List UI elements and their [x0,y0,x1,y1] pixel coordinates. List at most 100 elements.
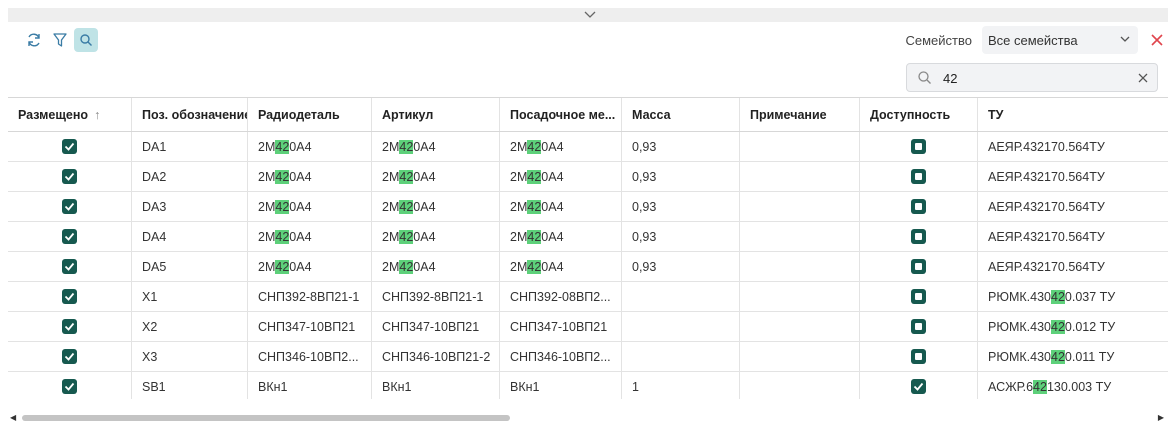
cell-part: СНП346-10ВП2... [248,342,372,371]
cell-text: 0А4 [289,139,312,154]
cell-text: DA5 [142,259,167,274]
column-header-article[interactable]: Артикул [372,98,500,131]
cell-text: 2М [258,229,276,244]
clear-search-icon[interactable] [1137,70,1149,87]
placed-checkbox[interactable] [62,319,77,334]
cell-footprint: 2М 42 0А4 [500,162,622,191]
cell-text: 0А4 [541,259,564,274]
cell-text: СНП392-08ВП2... [510,289,611,304]
collapse-chevron-icon[interactable] [578,8,602,22]
column-header-mass[interactable]: Масса [622,98,740,131]
cell-note [740,222,860,251]
search-match-highlight: 42 [527,199,542,214]
table-row[interactable]: DA4 2М 42 0А4 2М 42 0А4 2М 42 0А4 0,93 АЕЯР.432170.… [8,222,1168,252]
search-match-highlight: 42 [275,199,290,214]
cell-text: РЮМК.430 [988,319,1051,334]
cell-availability [860,282,978,311]
placed-checkbox[interactable] [62,349,77,364]
cell-article: ВКн1 [372,372,500,399]
cell-mass: 0,93 [622,162,740,191]
availability-square-icon [911,169,926,184]
placed-checkbox[interactable] [62,199,77,214]
search-match-highlight: 42 [275,229,290,244]
search-match-highlight: 42 [399,139,414,154]
filter-icon[interactable] [48,28,72,52]
cell-placed [8,372,132,399]
parts-table: Размещено ↑ Поз. обозначение Радиодеталь… [8,97,1168,399]
cell-footprint: 2М 42 0А4 [500,252,622,281]
placed-checkbox[interactable] [62,289,77,304]
cell-article: СНП347-10ВП21 [372,312,500,341]
column-header-footprint[interactable]: Посадочное ме... [500,98,622,131]
table-row[interactable]: DA3 2М 42 0А4 2М 42 0А4 2М 42 0А4 0,93 АЕЯР.432170.… [8,192,1168,222]
column-header-availability[interactable]: Доступность [860,98,978,131]
search-match-highlight: 42 [399,259,414,274]
cell-note [740,132,860,161]
cell-text: 0,93 [632,169,657,184]
cell-text: 1 [632,379,639,394]
cell-text: DA4 [142,229,167,244]
table-row[interactable]: X2 СНП347-10ВП21 СНП347-10ВП21 СНП347-10ВП2… [8,312,1168,342]
cell-availability [860,252,978,281]
table-row[interactable]: X1 СНП392-8ВП21-1 СНП392-8ВП21-1 СНП392-08В… [8,282,1168,312]
scroll-left-icon[interactable]: ◀ [10,413,16,423]
cell-availability [860,342,978,371]
placed-checkbox[interactable] [62,139,77,154]
cell-text: 2М [510,259,528,274]
cell-text: 0А4 [413,139,436,154]
table-row[interactable]: DA1 2М 42 0А4 2М 42 0А4 2М 42 0А4 0,93 АЕЯР.432170.… [8,132,1168,162]
family-label: Семейство [905,33,973,48]
cell-text: 0А4 [413,229,436,244]
table-row[interactable]: SB1 ВКн1 ВКн1 ВКн1 1 АСЖР.6 42 130.003 ТУ [8,372,1168,399]
availability-check-icon [911,379,926,394]
cell-part: 2М 42 0А4 [248,132,372,161]
close-icon[interactable] [1146,28,1168,52]
scrollbar-thumb[interactable] [22,415,510,421]
placed-checkbox[interactable] [62,229,77,244]
cell-text: 130.003 ТУ [1046,379,1112,394]
cell-part: 2М 42 0А4 [248,222,372,251]
cell-article: 2М 42 0А4 [372,192,500,221]
cell-position: X2 [132,312,248,341]
search-input[interactable] [943,68,1123,88]
cell-text: СНП346-10ВП2... [258,349,359,364]
horizontal-scrollbar[interactable]: ◀ ▶ [8,413,1168,423]
cell-note [740,282,860,311]
cell-note [740,192,860,221]
refresh-icon[interactable] [22,28,46,52]
cell-note [740,252,860,281]
availability-square-icon [911,229,926,244]
table-row[interactable]: DA5 2М 42 0А4 2М 42 0А4 2М 42 0А4 0,93 АЕЯР.432170.… [8,252,1168,282]
availability-square-icon [911,349,926,364]
family-select[interactable]: Все семейства [982,26,1138,54]
cell-text: 0А4 [541,199,564,214]
column-header-tu[interactable]: ТУ [978,98,1168,131]
cell-article: 2М 42 0А4 [372,132,500,161]
cell-tu: РЮМК.430 42 0.012 ТУ [978,312,1168,341]
placed-checkbox[interactable] [62,259,77,274]
cell-position: DA4 [132,222,248,251]
cell-text: 0,93 [632,259,657,274]
table-header: Размещено ↑ Поз. обозначение Радиодеталь… [8,98,1168,132]
table-row[interactable]: DA2 2М 42 0А4 2М 42 0А4 2М 42 0А4 0,93 АЕЯР.432170.… [8,162,1168,192]
cell-text: X2 [142,319,158,334]
cell-mass: 0,93 [622,222,740,251]
cell-text: 0А4 [413,169,436,184]
cell-text: АЕЯР.432170.564ТУ [988,259,1105,274]
table-row[interactable]: X3 СНП346-10ВП2... СНП346-10ВП21-2 СНП346-1… [8,342,1168,372]
cell-text: АЕЯР.432170.564ТУ [988,139,1105,154]
placed-checkbox[interactable] [62,379,77,394]
cell-position: DA2 [132,162,248,191]
scroll-right-icon[interactable]: ▶ [1158,413,1164,423]
cell-note [740,162,860,191]
column-header-placed[interactable]: Размещено ↑ [8,98,132,131]
column-header-note[interactable]: Примечание [740,98,860,131]
column-header-part[interactable]: Радиодеталь [248,98,372,131]
search-toggle-icon[interactable] [74,28,98,52]
column-header-position[interactable]: Поз. обозначение [132,98,248,131]
placed-checkbox[interactable] [62,169,77,184]
cell-text: СНП347-10ВП21 [510,319,608,334]
chevron-down-icon [1120,32,1130,49]
cell-availability [860,222,978,251]
cell-text: СНП346-10ВП21-2 [382,349,491,364]
